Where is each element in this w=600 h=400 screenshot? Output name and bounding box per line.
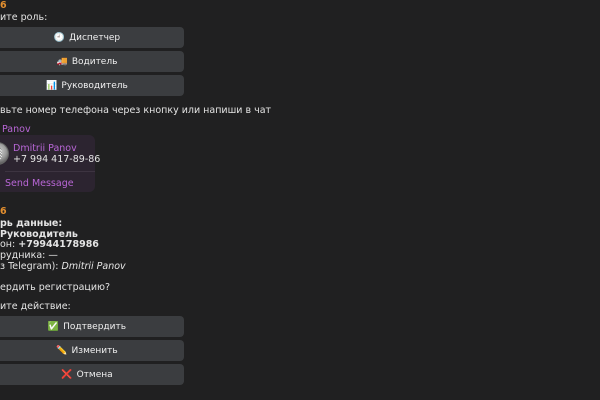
summary-telegram-value: Dmitrii Panov — [61, 261, 126, 272]
chart-icon: 📊 — [46, 80, 58, 91]
cancel-button[interactable]: ❌ Отмена — [0, 364, 184, 385]
role-button-manager[interactable]: 📊 Руководитель — [0, 75, 184, 96]
summary-confirm-question: ердить регистрацию? — [0, 282, 111, 293]
contact-divider — [5, 171, 95, 172]
contact-phone: +7 994 417-89-86 — [13, 154, 101, 165]
role-button-label: Руководитель — [61, 80, 128, 91]
sender-name: 6 — [0, 206, 7, 217]
phone-prompt: вьте номер телефона через кнопку или нап… — [0, 105, 272, 116]
action-prompt: ите действие: — [0, 301, 71, 312]
role-button-dispatcher[interactable]: 🕘 Диспетчер — [0, 27, 184, 48]
cross-icon: ❌ — [61, 369, 73, 380]
truck-icon: 🚚 — [56, 56, 68, 67]
summary-phone-label: он: — [0, 239, 19, 250]
summary-telegram: з Telegram): Dmitrii Panov — [0, 261, 126, 273]
confirm-button-label: Подтвердить — [63, 321, 127, 332]
clock-icon: 🕘 — [53, 32, 66, 43]
check-icon: ✅ — [47, 321, 60, 332]
cancel-button-label: Отмена — [76, 369, 113, 380]
confirm-button[interactable]: ✅ Подтвердить — [0, 316, 184, 337]
edit-button-label: Изменить — [71, 345, 118, 356]
role-prompt: ите роль: — [0, 12, 48, 23]
chat-view: 6 ите роль: 🕘 Диспетчер 🚚 Водитель 📊 Рук… — [0, 0, 600, 400]
edit-button[interactable]: ✏️ Изменить — [0, 340, 184, 361]
summary-telegram-label: з Telegram): — [0, 261, 62, 272]
sender-name: 6 — [0, 0, 7, 11]
role-button-label: Водитель — [71, 56, 118, 67]
send-message-button[interactable]: Send Message — [5, 178, 74, 190]
role-button-label: Диспетчер — [69, 32, 121, 43]
summary-phone-value: +79944178986 — [18, 239, 99, 250]
pencil-icon: ✏️ — [56, 345, 68, 356]
role-button-driver[interactable]: 🚚 Водитель — [0, 51, 184, 72]
